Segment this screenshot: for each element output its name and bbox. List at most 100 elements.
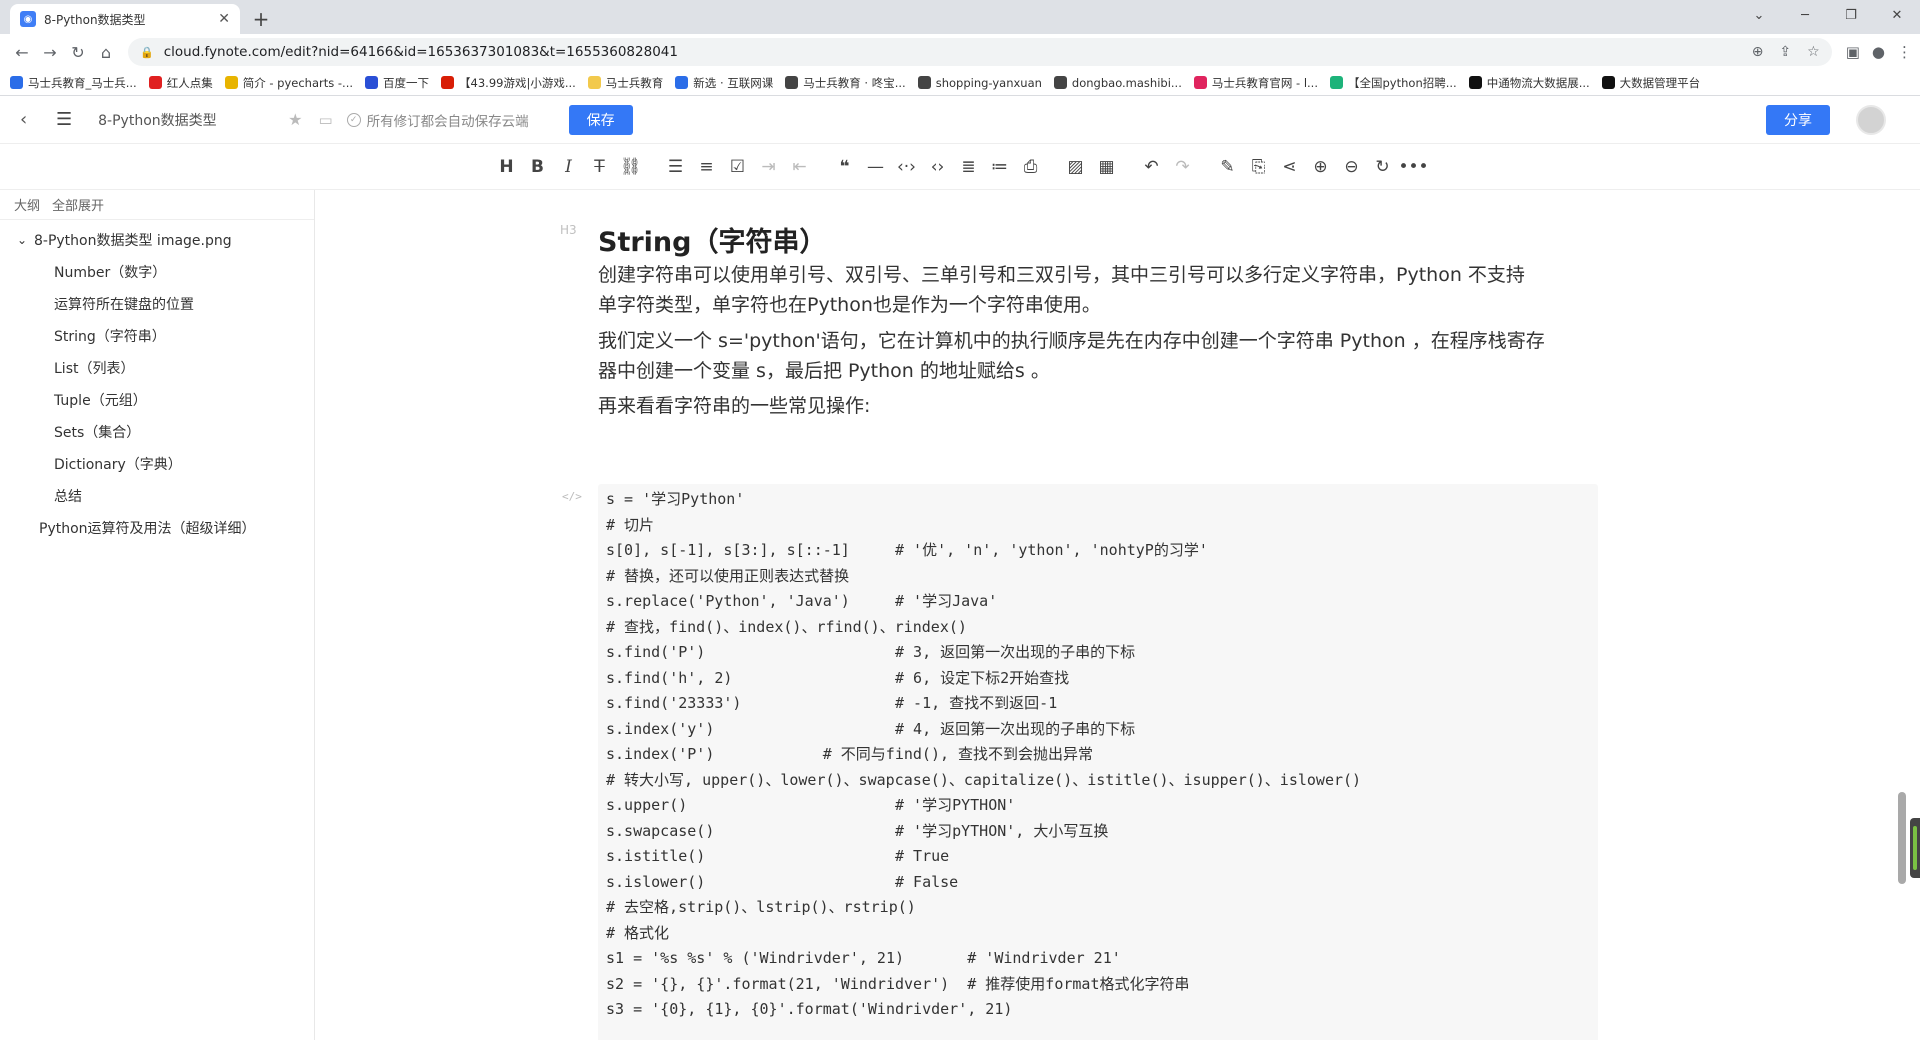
expand-all-button[interactable]: 全部展开 bbox=[52, 195, 104, 214]
outline-item-label: Number（数字） bbox=[54, 265, 167, 281]
outline-item[interactable]: Dictionary（字典） bbox=[0, 448, 314, 480]
format-icon[interactable]: ≔ bbox=[984, 152, 1015, 182]
bookmark-item[interactable]: 红人点集 bbox=[148, 75, 213, 91]
forward-icon[interactable]: → bbox=[36, 38, 64, 66]
outline-item[interactable]: Number（数字） bbox=[0, 256, 314, 288]
bold-icon[interactable]: B bbox=[522, 152, 553, 182]
paragraph-line: 器中创建一个变量 s，最后把 Python 的地址赋给s 。 bbox=[598, 360, 1050, 382]
avatar[interactable] bbox=[1856, 104, 1886, 135]
redo-icon[interactable]: ↷ bbox=[1167, 152, 1198, 182]
bookmark-item[interactable]: 百度一下 bbox=[365, 75, 429, 91]
italic-icon[interactable]: I bbox=[553, 152, 584, 182]
close-tab-icon[interactable]: ✕ bbox=[218, 11, 230, 27]
code-block-marker: </> bbox=[562, 490, 582, 503]
save-button[interactable]: 保存 bbox=[568, 104, 633, 135]
link-icon[interactable]: ⛓ bbox=[615, 152, 646, 182]
outline-item-sibling[interactable]: Python运算符及用法（超级详细） bbox=[0, 512, 314, 544]
outline-item-label: 运算符所在键盘的位置 bbox=[54, 297, 194, 313]
code-block[interactable]: s = '学习Python' # 切片 s[0], s[-1], s[3:], s[… bbox=[598, 484, 1598, 1040]
bookmark-item[interactable]: 马士兵教育官网 - l... bbox=[1193, 75, 1318, 91]
restore-button[interactable]: ❐ bbox=[1828, 0, 1874, 30]
side-panel-icon[interactable]: ▣ bbox=[1846, 43, 1860, 61]
bookmark-item[interactable]: 新选 · 互联网课 bbox=[675, 75, 773, 91]
outline-item-root[interactable]: ⌄ 8-Python数据类型 image.png bbox=[0, 224, 314, 256]
profile-icon[interactable]: ● bbox=[1872, 43, 1885, 61]
outline-item[interactable]: Sets（集合） bbox=[0, 416, 314, 448]
undo-icon[interactable]: ↶ bbox=[1136, 152, 1167, 182]
bullet-list-icon[interactable]: ☰ bbox=[660, 152, 691, 182]
zoom-in-icon[interactable]: ⊕ bbox=[1305, 152, 1336, 182]
strikethrough-icon[interactable]: T bbox=[584, 152, 615, 182]
bookmark-item[interactable]: 中通物流大数据展... bbox=[1468, 75, 1590, 91]
hamburger-menu-icon[interactable]: ☰ bbox=[56, 109, 72, 130]
bookmark-item[interactable]: 马士兵教育 · 咚宝... bbox=[785, 75, 906, 91]
editor-content[interactable]: H3 String（字符串） 创建字符串可以使用单引号、双引号、三单引号和三双引… bbox=[316, 190, 1886, 1040]
new-tab-button[interactable]: + bbox=[246, 4, 276, 34]
bookmark-item[interactable]: 大数据管理平台 bbox=[1601, 75, 1700, 91]
more-icon[interactable]: ••• bbox=[1398, 152, 1429, 182]
numbered-list-icon[interactable]: ≡ bbox=[691, 152, 722, 182]
bookmark-label: 百度一下 bbox=[383, 75, 430, 90]
horizontal-rule-icon[interactable]: — bbox=[860, 152, 891, 182]
minimize-button[interactable]: ─ bbox=[1782, 0, 1828, 30]
checkbox-list-icon[interactable]: ☑ bbox=[722, 152, 753, 182]
browser-menu-icon[interactable]: ⋮ bbox=[1897, 43, 1912, 61]
bookmark-item[interactable]: 马士兵教育 bbox=[587, 75, 663, 91]
inline-code-icon[interactable]: ‹·› bbox=[891, 152, 922, 182]
code-line: s.istitle() # True bbox=[606, 847, 950, 865]
bookmark-item[interactable]: 马士兵教育_马士兵... bbox=[10, 75, 137, 91]
outline-item-label: List（列表） bbox=[54, 361, 135, 377]
outline-item[interactable]: String（字符串） bbox=[0, 320, 314, 352]
bookmark-item[interactable]: 【43.99游戏|小游戏... bbox=[441, 75, 576, 91]
reload-icon[interactable]: ↻ bbox=[64, 38, 92, 66]
zoom-icon[interactable]: ⊕ bbox=[1752, 44, 1764, 60]
outline-item[interactable]: 总结 bbox=[0, 480, 314, 512]
outdent-icon[interactable]: ⇤ bbox=[784, 152, 815, 182]
outline-item[interactable]: Tuple（元组） bbox=[0, 384, 314, 416]
bookmark-favicon-icon bbox=[1601, 76, 1615, 89]
bookmark-star-icon[interactable]: ☆ bbox=[1807, 44, 1820, 60]
paragraph-1[interactable]: 创建字符串可以使用单引号、双引号、三单引号和三双引号，其中三引号可以多行定义字符… bbox=[598, 260, 1598, 320]
outline-item[interactable]: 运算符所在键盘的位置 bbox=[0, 288, 314, 320]
bookmark-doc-icon[interactable]: ⎘ bbox=[1243, 152, 1274, 182]
url-input[interactable]: 🔒 cloud.fynote.com/edit?nid=64166&id=165… bbox=[128, 38, 1832, 66]
close-window-button[interactable]: ✕ bbox=[1874, 0, 1920, 30]
outline-item[interactable]: List（列表） bbox=[0, 352, 314, 384]
quote-icon[interactable]: ❝ bbox=[829, 152, 860, 182]
tab-title: 8-Python数据类型 bbox=[44, 12, 146, 27]
table-icon[interactable]: ▦ bbox=[1091, 152, 1122, 182]
attachment-icon[interactable]: ⎙ bbox=[1015, 152, 1046, 182]
browser-tab[interactable]: ◉ 8-Python数据类型 ✕ bbox=[10, 4, 240, 34]
side-panel-handle[interactable] bbox=[1910, 818, 1920, 878]
bookmark-item[interactable]: dongbao.mashibi... bbox=[1053, 76, 1182, 90]
code-block-icon[interactable]: ‹› bbox=[922, 152, 953, 182]
paragraph-3[interactable]: 再来看看字符串的一些常见操作: bbox=[598, 391, 1598, 421]
image-icon[interactable]: ▨ bbox=[1060, 152, 1091, 182]
folder-icon[interactable]: ▭ bbox=[318, 111, 332, 129]
bookmark-item[interactable]: 简介 - pyecharts -... bbox=[224, 75, 353, 91]
bookmark-item[interactable]: shopping-yanxuan bbox=[917, 76, 1042, 90]
favorite-star-icon[interactable]: ★ bbox=[288, 110, 302, 129]
back-arrow-icon[interactable]: ‹ bbox=[20, 109, 40, 130]
section-heading[interactable]: String（字符串） bbox=[598, 220, 826, 259]
tab-search-icon[interactable]: ⌄ bbox=[1736, 0, 1782, 30]
indent-icon[interactable]: ⇥ bbox=[753, 152, 784, 182]
share-nodes-icon[interactable]: ⋖ bbox=[1274, 152, 1305, 182]
bookmark-item[interactable]: 【全国python招聘... bbox=[1330, 75, 1457, 91]
code-line: s.find('P') # 3, 返回第一次出现的子串的下标 bbox=[606, 643, 1136, 661]
page-scrollbar-thumb[interactable] bbox=[1898, 792, 1906, 884]
doc-title[interactable]: 8-Python数据类型 bbox=[98, 110, 278, 130]
paragraph-2[interactable]: 我们定义一个 s='python'语句，它在计算机中的执行顺序是先在内存中创建一… bbox=[598, 326, 1598, 386]
pen-icon[interactable]: ✎ bbox=[1212, 152, 1243, 182]
share-button[interactable]: 分享 bbox=[1766, 104, 1830, 135]
zoom-out-icon[interactable]: ⊖ bbox=[1336, 152, 1367, 182]
share-page-icon[interactable]: ⇪ bbox=[1779, 44, 1791, 60]
refresh-icon[interactable]: ↻ bbox=[1367, 152, 1398, 182]
code-line: # 转大小写, upper()、lower()、swapcase()、capit… bbox=[606, 770, 1362, 789]
home-icon[interactable]: ⌂ bbox=[92, 38, 120, 66]
bookmark-favicon-icon bbox=[441, 76, 455, 89]
back-icon[interactable]: ← bbox=[8, 38, 36, 66]
chevron-down-icon[interactable]: ⌄ bbox=[10, 233, 34, 247]
heading-icon[interactable]: H bbox=[491, 152, 522, 182]
align-icon[interactable]: ≣ bbox=[953, 152, 984, 182]
